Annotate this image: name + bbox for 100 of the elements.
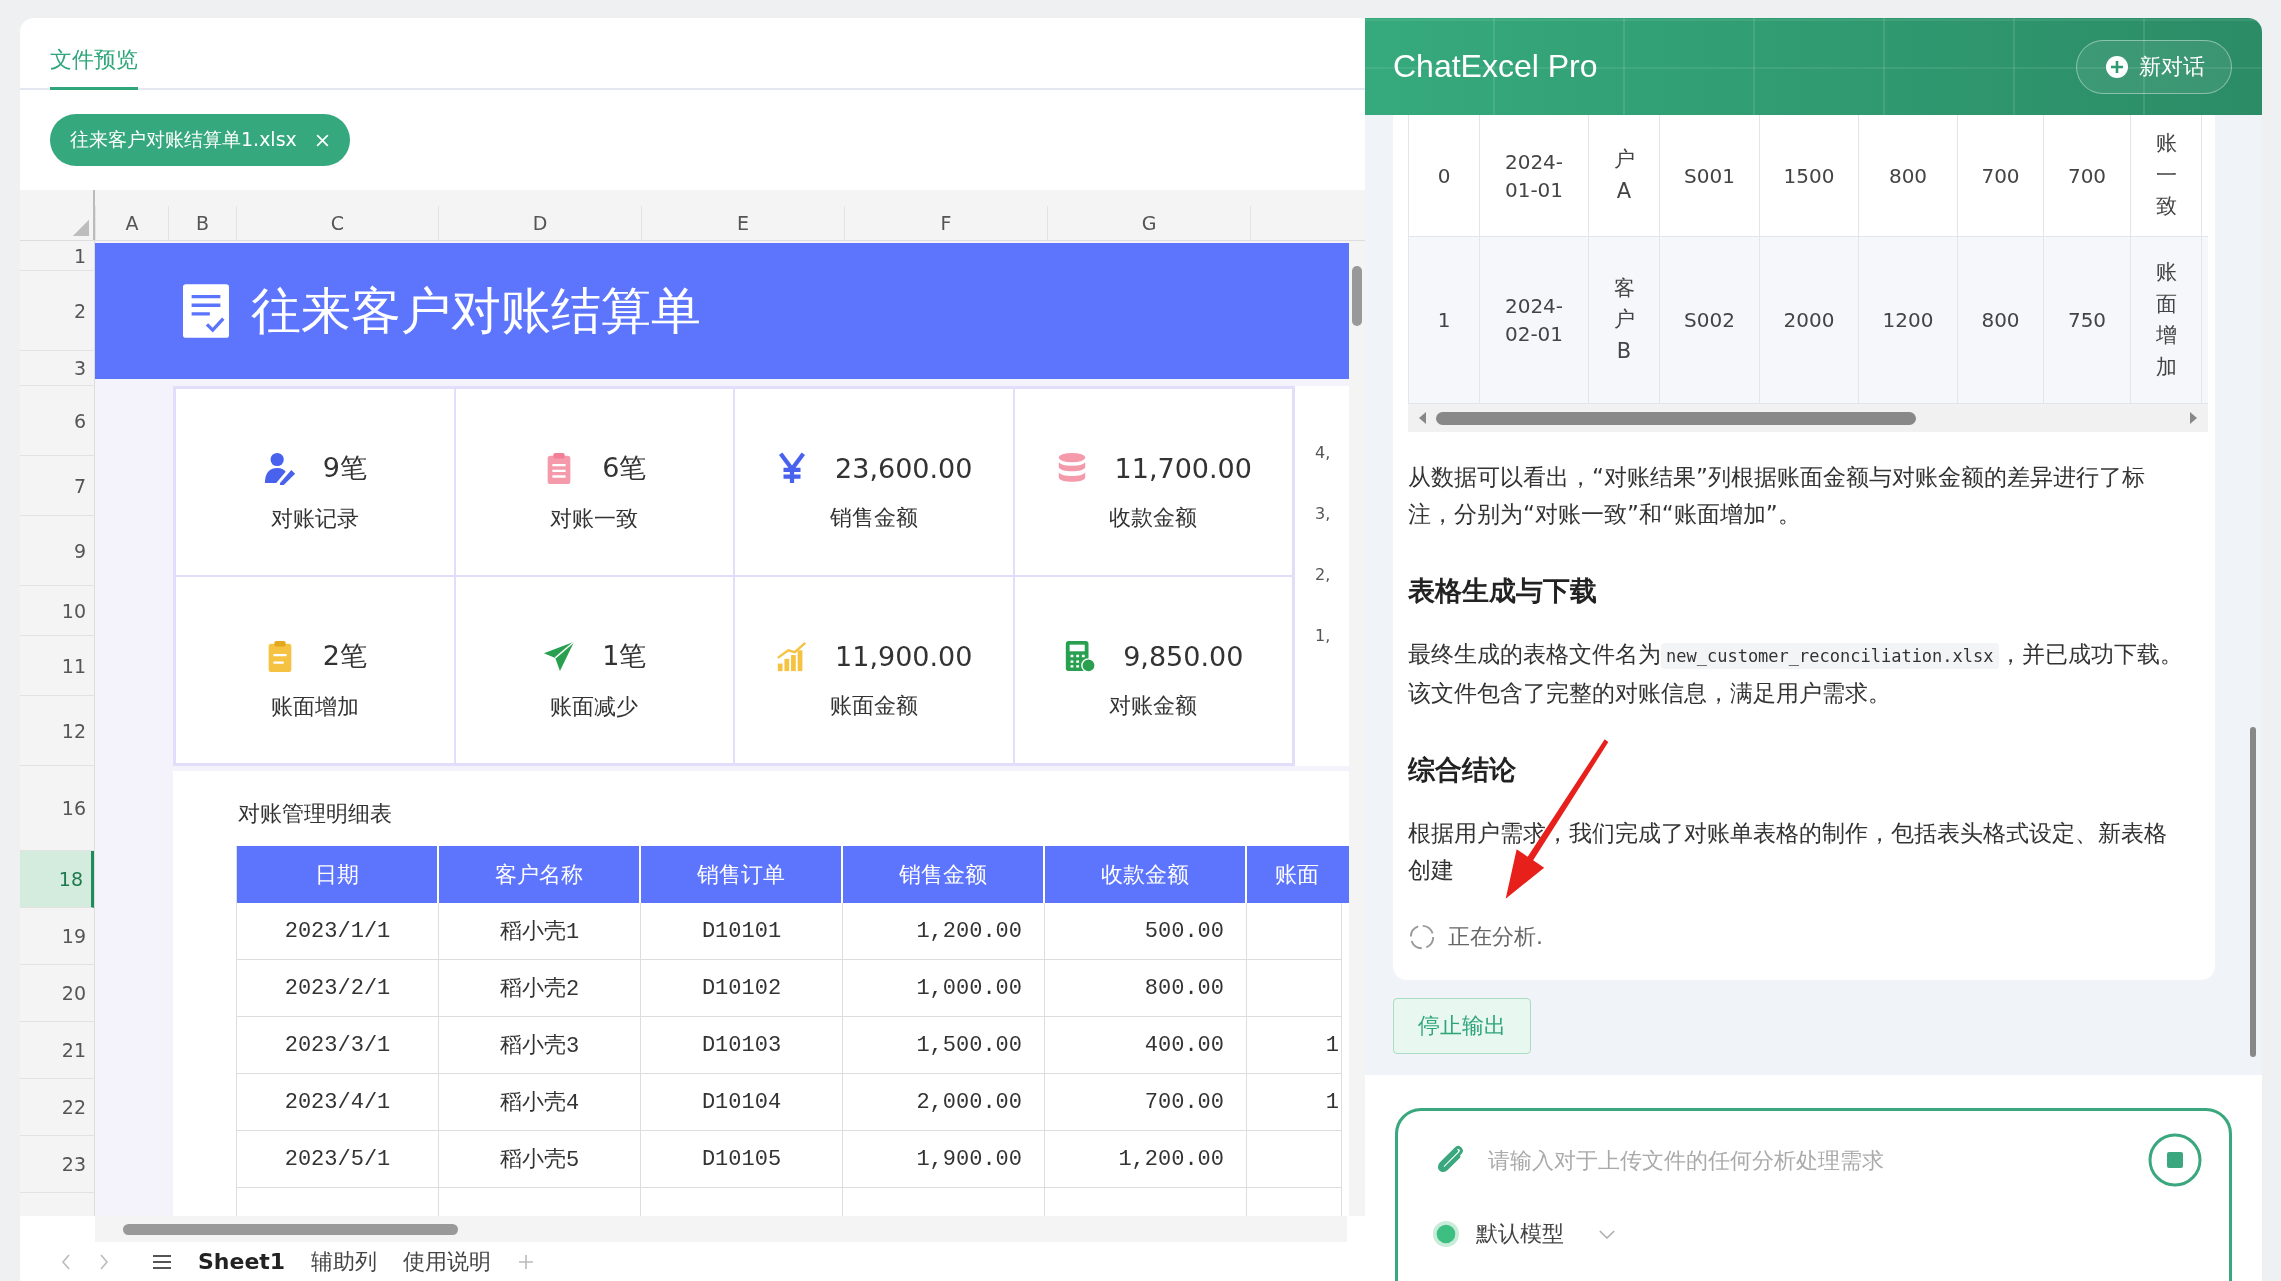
- table-cell: 2023/1/1: [237, 903, 439, 960]
- column-header[interactable]: C: [236, 206, 438, 240]
- axis-tick-label: 3,: [1315, 504, 1332, 523]
- table-cell: D10104: [641, 1074, 843, 1131]
- table-cell: 2000: [1760, 237, 1859, 403]
- vertical-scrollbar[interactable]: [1349, 241, 1365, 1216]
- table-cell: 账面增加: [2131, 237, 2202, 403]
- table-cell: 1: [1247, 1074, 1342, 1131]
- stat-label: 销售金额: [829, 504, 918, 532]
- row-header[interactable]: 12: [20, 696, 94, 766]
- stat-value: 11,700.00: [1114, 452, 1252, 484]
- table-header-cell: 账面: [1247, 846, 1349, 903]
- row-header[interactable]: 6: [20, 386, 94, 456]
- row-header[interactable]: 10: [20, 586, 94, 636]
- table-cell: 1: [1247, 1017, 1342, 1074]
- table-cell: 1,500.00: [843, 1017, 1045, 1074]
- stat-value: 1笔: [602, 639, 647, 673]
- table-header-cell: 日期: [237, 846, 439, 903]
- stat-label: 账面增加: [270, 693, 359, 721]
- table-cell: D10101: [641, 903, 843, 960]
- stat-label: 对账金额: [1109, 692, 1198, 720]
- table-cell: 2023/3/1: [237, 1017, 439, 1074]
- table-cell: 稻小壳1: [439, 903, 641, 960]
- calculator-icon: [1063, 639, 1098, 673]
- table-cell: 1: [1409, 237, 1480, 403]
- prompt-field[interactable]: 请输入对于上传文件的任何分析处理需求: [1486, 1131, 2129, 1189]
- status-text: 正在分析.: [1448, 923, 1543, 951]
- model-selector[interactable]: 默认模型: [1476, 1219, 1564, 1249]
- table-header-cell: 销售金额: [843, 846, 1045, 903]
- horizontal-scrollbar[interactable]: [95, 1216, 1347, 1242]
- stat-value: 9,850.00: [1123, 640, 1244, 672]
- close-icon[interactable]: [314, 132, 330, 148]
- plus-circle-icon: [2105, 54, 2129, 79]
- table-cell: 2023/5/1: [237, 1131, 439, 1188]
- sheet-tab[interactable]: 使用说明: [403, 1246, 492, 1277]
- column-header[interactable]: B: [168, 206, 236, 240]
- table-header-cell: 收款金额: [1045, 846, 1247, 903]
- table-cell: 800.00: [1045, 960, 1247, 1017]
- table-cell: 2,000.00: [843, 1074, 1045, 1131]
- stat-value: 2笔: [322, 639, 367, 673]
- row-header[interactable]: 23: [20, 1136, 94, 1193]
- table-cell: 1,200.00: [1045, 1131, 1247, 1188]
- row-header[interactable]: 19: [20, 908, 94, 965]
- spinner-icon: [1408, 923, 1436, 951]
- row-header[interactable]: 20: [20, 965, 94, 1022]
- table-header-cell: 销售订单: [641, 846, 843, 903]
- stop-icon[interactable]: [2147, 1132, 2203, 1188]
- sheet-tab[interactable]: 辅助列: [311, 1246, 378, 1277]
- file-name: 往来客户对账结算单1.xlsx: [70, 127, 297, 152]
- table-cell: 2023/4/1: [237, 1074, 439, 1131]
- table-cell: 400.00: [1045, 1017, 1247, 1074]
- row-header[interactable]: 1: [20, 241, 94, 271]
- stat-label: 账面金额: [829, 692, 918, 720]
- table-cell: 稻小壳4: [439, 1074, 641, 1131]
- new-chat-button[interactable]: 新对话: [2076, 39, 2232, 94]
- stat-value: 23,600.00: [835, 452, 973, 484]
- sheet-tab[interactable]: Sheet1: [198, 1249, 286, 1274]
- row-header[interactable]: 3: [20, 351, 94, 386]
- row-header[interactable]: 2: [20, 271, 94, 351]
- column-header[interactable]: E: [641, 206, 844, 240]
- table-cell: 1,000.00: [843, 960, 1045, 1017]
- table-cell: S002: [1660, 237, 1760, 403]
- table-title: 对账管理明细表: [238, 800, 393, 828]
- row-header[interactable]: 7: [20, 456, 94, 516]
- row-header[interactable]: 11: [20, 636, 94, 696]
- axis-tick-label: 2,: [1315, 565, 1332, 584]
- section-heading: 综合结论: [1408, 753, 1517, 787]
- corner-triangle-icon: [71, 218, 89, 236]
- column-header[interactable]: A: [95, 206, 168, 240]
- row-header[interactable]: 22: [20, 1079, 94, 1136]
- stat-label: 收款金额: [1109, 504, 1198, 532]
- row-header[interactable]: 9: [20, 516, 94, 586]
- stat-label: 对账一致: [550, 505, 639, 533]
- row-header[interactable]: 18: [20, 851, 94, 908]
- stat-label: 对账记录: [270, 505, 359, 533]
- stat-value: 6笔: [602, 451, 647, 485]
- message-input[interactable]: 请输入对于上传文件的任何分析处理需求 默认模型: [1395, 1108, 2232, 1281]
- section-heading: 表格生成与下载: [1408, 574, 1598, 608]
- column-header[interactable]: D: [438, 206, 641, 240]
- stat-label: 账面减少: [550, 693, 639, 721]
- paper-plane-icon: [542, 639, 577, 673]
- app-title: ChatExcel Pro: [1393, 48, 1598, 85]
- scroll-left-arrow-icon[interactable]: [1418, 411, 1428, 425]
- horizontal-scrollbar[interactable]: [1408, 404, 2208, 432]
- table-cell: 1200: [1859, 237, 1958, 403]
- table-cell: 1,200.00: [843, 903, 1045, 960]
- column-header[interactable]: F: [844, 206, 1047, 240]
- table-cell: 1,900.00: [843, 1131, 1045, 1188]
- chevron-down-icon[interactable]: [1598, 1228, 1616, 1240]
- stat-value: 11,900.00: [835, 640, 973, 672]
- scroll-right-arrow-icon[interactable]: [2188, 411, 2198, 425]
- table-cell: D10103: [641, 1017, 843, 1074]
- message-paragraph: 从数据可以看出，“对账结果”列根据账面金额与对账金额的差异进行了标注，分别为“对账一致”和“账面增加”。: [1408, 463, 2146, 529]
- table-cell: 800: [1958, 237, 2044, 403]
- add-icon[interactable]: [517, 1252, 536, 1271]
- menu-icon[interactable]: [152, 1253, 172, 1270]
- table-cell: 客户B: [1589, 237, 1660, 403]
- sheet-title: 往来客户对账结算单: [251, 280, 701, 342]
- row-header[interactable]: 21: [20, 1022, 94, 1079]
- column-header[interactable]: G: [1047, 206, 1250, 240]
